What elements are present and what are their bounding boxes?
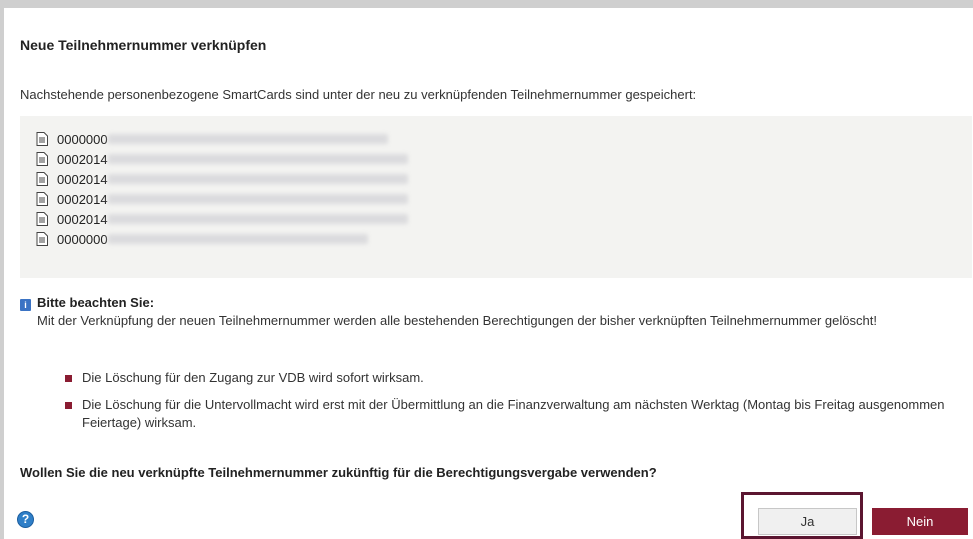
notice-bullet-list: Die Löschung für den Zugang zur VDB wird… (65, 369, 955, 441)
smartcard-item: 0000000 (36, 130, 388, 148)
document-icon (36, 232, 48, 246)
link-participant-dialog: Neue Teilnehmernummer verknüpfen Nachste… (4, 8, 973, 539)
confirm-question: Wollen Sie die neu verknüpfte Teilnehmer… (20, 465, 657, 480)
smartcard-item: 0002014 (36, 210, 408, 228)
notice-heading: i Bitte beachten Sie: (20, 294, 960, 312)
smartcard-item: 0002014 (36, 170, 408, 188)
smartcard-item: 0002014 (36, 190, 408, 208)
document-icon (36, 212, 48, 226)
notice-heading-text: Bitte beachten Sie: (37, 295, 155, 310)
blurred-text (107, 154, 408, 164)
smartcard-number: 0002014 (57, 211, 108, 227)
notice-text: Mit der Verknüpfung der neuen Teilnehmer… (37, 313, 877, 328)
document-icon (36, 172, 48, 186)
info-icon: i (20, 299, 31, 311)
help-icon[interactable]: ? (17, 511, 34, 528)
blurred-text (107, 214, 408, 224)
no-button[interactable]: Nein (872, 508, 968, 535)
dialog-title: Neue Teilnehmernummer verknüpfen (20, 37, 267, 53)
smartcard-item: 0002014 (36, 150, 408, 168)
dialog-intro: Nachstehende personenbezogene SmartCards… (20, 87, 697, 102)
smartcard-number: 0000000 (57, 231, 108, 247)
smartcard-number: 0002014 (57, 171, 108, 187)
document-icon (36, 152, 48, 166)
document-icon (36, 132, 48, 146)
blurred-text (107, 174, 408, 184)
smartcard-number: 0000000 (57, 131, 108, 147)
notice-bullet: Die Löschung für den Zugang zur VDB wird… (65, 369, 955, 387)
document-icon (36, 192, 48, 206)
smartcard-item: 0000000 (36, 230, 368, 248)
blurred-text (107, 194, 408, 204)
smartcard-number: 0002014 (57, 151, 108, 167)
blurred-text (107, 134, 388, 144)
yes-button[interactable]: Ja (758, 508, 857, 535)
notice-box: i Bitte beachten Sie: Mit der Verknüpfung… (20, 294, 960, 330)
smartcard-number: 0002014 (57, 191, 108, 207)
notice-bullet: Die Löschung für die Untervollmacht wird… (65, 396, 955, 432)
blurred-text (107, 234, 368, 244)
smartcard-list: 0000000 0002014 0002014 0002014 0002014 … (20, 116, 972, 278)
